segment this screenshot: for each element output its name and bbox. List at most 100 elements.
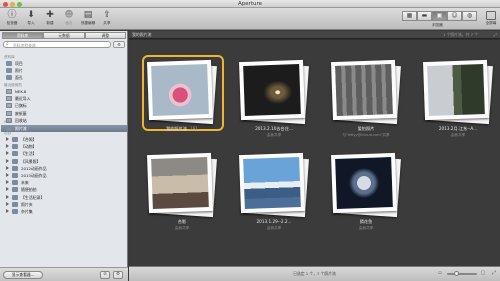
sidebar-item[interactable]: 照片流 <box>1 125 127 132</box>
sidebar-item[interactable]: 2012动画作品 <box>6 165 124 172</box>
album-subtitle: 由我共享 <box>266 133 282 137</box>
sidebar-item-label: 最近导入 <box>15 96 31 102</box>
album-title-text: 2013.2.10去台庄... <box>255 126 293 131</box>
faces-button[interactable]: ☻ 面孔 <box>60 10 78 28</box>
sidebar-item[interactable]: 未来 <box>6 179 124 186</box>
new-button[interactable]: ✚ 新建 <box>41 10 59 28</box>
album-title[interactable]: 2013.2.10去台庄... <box>224 126 324 132</box>
remove-icon[interactable]: ⊘ <box>100 271 110 279</box>
disclosure-triangle-icon[interactable] <box>6 137 9 141</box>
browser-view-icon[interactable]: ▣ <box>432 11 447 21</box>
disclosure-triangle-icon[interactable] <box>6 180 9 185</box>
photostream-album[interactable]: 合影 由我共享 <box>132 152 222 248</box>
stack-front-photo <box>239 59 305 121</box>
sidebar-item[interactable]: 随便拍拍 <box>6 186 124 193</box>
photostream-album[interactable]: 猜花鱼 由我共享 <box>316 152 406 248</box>
small-thumbnail-icon[interactable]: ▫ <box>437 270 443 277</box>
photostream-album[interactable]: 2013.2.10去台庄... 由我共享 <box>224 59 314 155</box>
slider-knob[interactable] <box>454 271 459 276</box>
project-icon <box>12 144 18 150</box>
photostream-album[interactable]: 2013.1.29--2.2... 由我共享 <box>224 152 314 248</box>
album-thumbnail[interactable] <box>147 152 217 218</box>
album-title[interactable]: 2013.1.29--2.2... <box>224 219 324 224</box>
action-gear-icon[interactable]: ⚙ <box>113 271 123 279</box>
sidebar-item[interactable]: 回收站 <box>6 117 124 124</box>
inspector-tabs: 资料库 元数据 调整 <box>2 32 126 39</box>
sidebar-item[interactable]: 2013动画作品 <box>6 172 124 179</box>
faces-view-icon[interactable]: ☺ <box>447 11 462 21</box>
sidebar-item[interactable]: NEK-8 <box>6 88 124 95</box>
album-thumbnail[interactable] <box>331 59 401 125</box>
browser-title: 我的照片流 <box>132 32 152 37</box>
photostream-album[interactable]: 2013.2月.江东--A... 由我共享 <box>408 59 500 155</box>
sidebar-item[interactable]: 照片夹 <box>6 201 124 208</box>
album-cover-image <box>243 64 301 116</box>
album-thumbnail[interactable] <box>142 55 224 131</box>
sidebar-item[interactable]: 【生活纪录】 <box>6 194 124 201</box>
info-button[interactable]: ⓘ 检查器 <box>3 10 21 28</box>
sidebar-item[interactable]: 项目 <box>6 60 124 67</box>
tab-2[interactable]: 调整 <box>84 32 126 39</box>
thumbnail-size-slider[interactable] <box>447 271 477 276</box>
library-search-input[interactable]: ⌕ 资料库检查器 <box>3 41 111 48</box>
grid-view-icon[interactable]: ▦ <box>402 11 417 21</box>
album-thumbnail[interactable] <box>239 59 309 125</box>
disclosure-triangle-icon[interactable] <box>6 194 9 199</box>
sidebar-item[interactable]: 【动物】 <box>6 143 124 150</box>
large-thumbnail-icon[interactable]: ▢ <box>480 270 486 277</box>
album-title[interactable]: 猜花鱼 <box>316 219 416 225</box>
browser-header: 我的照片流 1 个照片流，共 7 个 ⤢ <box>129 31 500 39</box>
show-viewer-button[interactable]: 显示查看器... <box>3 271 43 279</box>
toolbar: ⓘ 检查器 ⬇ 导入 ✚ 新建 ☻ 面孔 ▤ 快捷编辑 ⇪ 共享 ▦ ▬ ▣ ☺ ◍ 浏览器 全屏幕 <box>0 8 500 30</box>
list-view-icon[interactable]: ▬ <box>417 11 432 21</box>
album-thumbnail[interactable] <box>331 152 401 218</box>
disclosure-triangle-icon[interactable] <box>6 158 9 163</box>
album-icon <box>6 61 12 66</box>
stack-front-photo <box>147 59 213 121</box>
album-thumbnail[interactable] <box>239 152 309 218</box>
project-icon <box>12 158 18 164</box>
sidebar-item[interactable]: 面孔 <box>6 74 124 81</box>
album-title[interactable]: 合影 <box>132 219 232 225</box>
expand-arrows-icon[interactable]: ⤢ <box>494 32 497 37</box>
sidebar-item[interactable]: 废纸篓 <box>6 110 124 117</box>
photostream-album[interactable]: 爱拍照片 与"leftyy@icloud.com"共享 <box>316 59 406 155</box>
disclosure-triangle-icon[interactable] <box>6 165 9 170</box>
sidebar-item[interactable]: 【生活】 <box>6 150 124 157</box>
stack-front-photo <box>239 152 305 214</box>
disclosure-triangle-icon[interactable] <box>6 173 9 177</box>
project-icon <box>12 209 18 214</box>
title-bar: Aperture <box>0 0 500 8</box>
photostream-album[interactable]: 我的照片流 161 <box>132 55 224 155</box>
album-thumbnail[interactable] <box>423 59 493 125</box>
sidebar-item[interactable]: 最近导入 <box>6 95 124 102</box>
disclosure-triangle-icon[interactable] <box>6 144 9 149</box>
sidebar-item-label: 【合照】 <box>21 137 37 142</box>
album-title[interactable]: 2013.2月.江东--A... <box>408 126 500 132</box>
sidebar-item[interactable]: 【合照】 <box>6 136 124 143</box>
search-options-button[interactable]: ⚙ <box>113 41 125 48</box>
quick-edit-button[interactable]: ▤ 快捷编辑 <box>79 10 97 28</box>
disclosure-triangle-icon[interactable] <box>6 187 9 192</box>
fullscreen-button[interactable]: 全屏幕 <box>484 10 498 28</box>
disclosure-triangle-icon[interactable] <box>6 151 9 156</box>
sidebar-item[interactable]: 杂片集 <box>6 208 124 215</box>
view-label: 浏览器 <box>432 23 443 27</box>
album-title[interactable]: 爱拍照片 <box>316 126 416 132</box>
import-icon: ⬇ <box>27 10 35 20</box>
album-cover-image <box>151 157 209 209</box>
tab-1[interactable]: 元数据 <box>43 32 85 39</box>
sidebar-item[interactable]: 照片 <box>6 67 124 74</box>
view-switcher[interactable]: ▦ ▬ ▣ ☺ ◍ <box>402 11 482 22</box>
album-cover-image <box>335 64 393 116</box>
fullscreen-toggle-icon[interactable]: ⤢ <box>491 270 497 277</box>
tab-0[interactable]: 资料库 <box>2 32 44 39</box>
disclosure-triangle-icon[interactable] <box>6 209 9 213</box>
sidebar-item[interactable]: 已旗标 <box>6 102 124 109</box>
places-view-icon[interactable]: ◍ <box>462 11 477 21</box>
share-button[interactable]: ⇪ 共享 <box>98 10 116 28</box>
album-title[interactable]: 我的照片流 161 <box>132 126 232 132</box>
sidebar-item[interactable]: 【风景照】 <box>6 158 124 165</box>
import-button[interactable]: ⬇ 导入 <box>22 10 40 28</box>
disclosure-triangle-icon[interactable] <box>6 201 9 206</box>
